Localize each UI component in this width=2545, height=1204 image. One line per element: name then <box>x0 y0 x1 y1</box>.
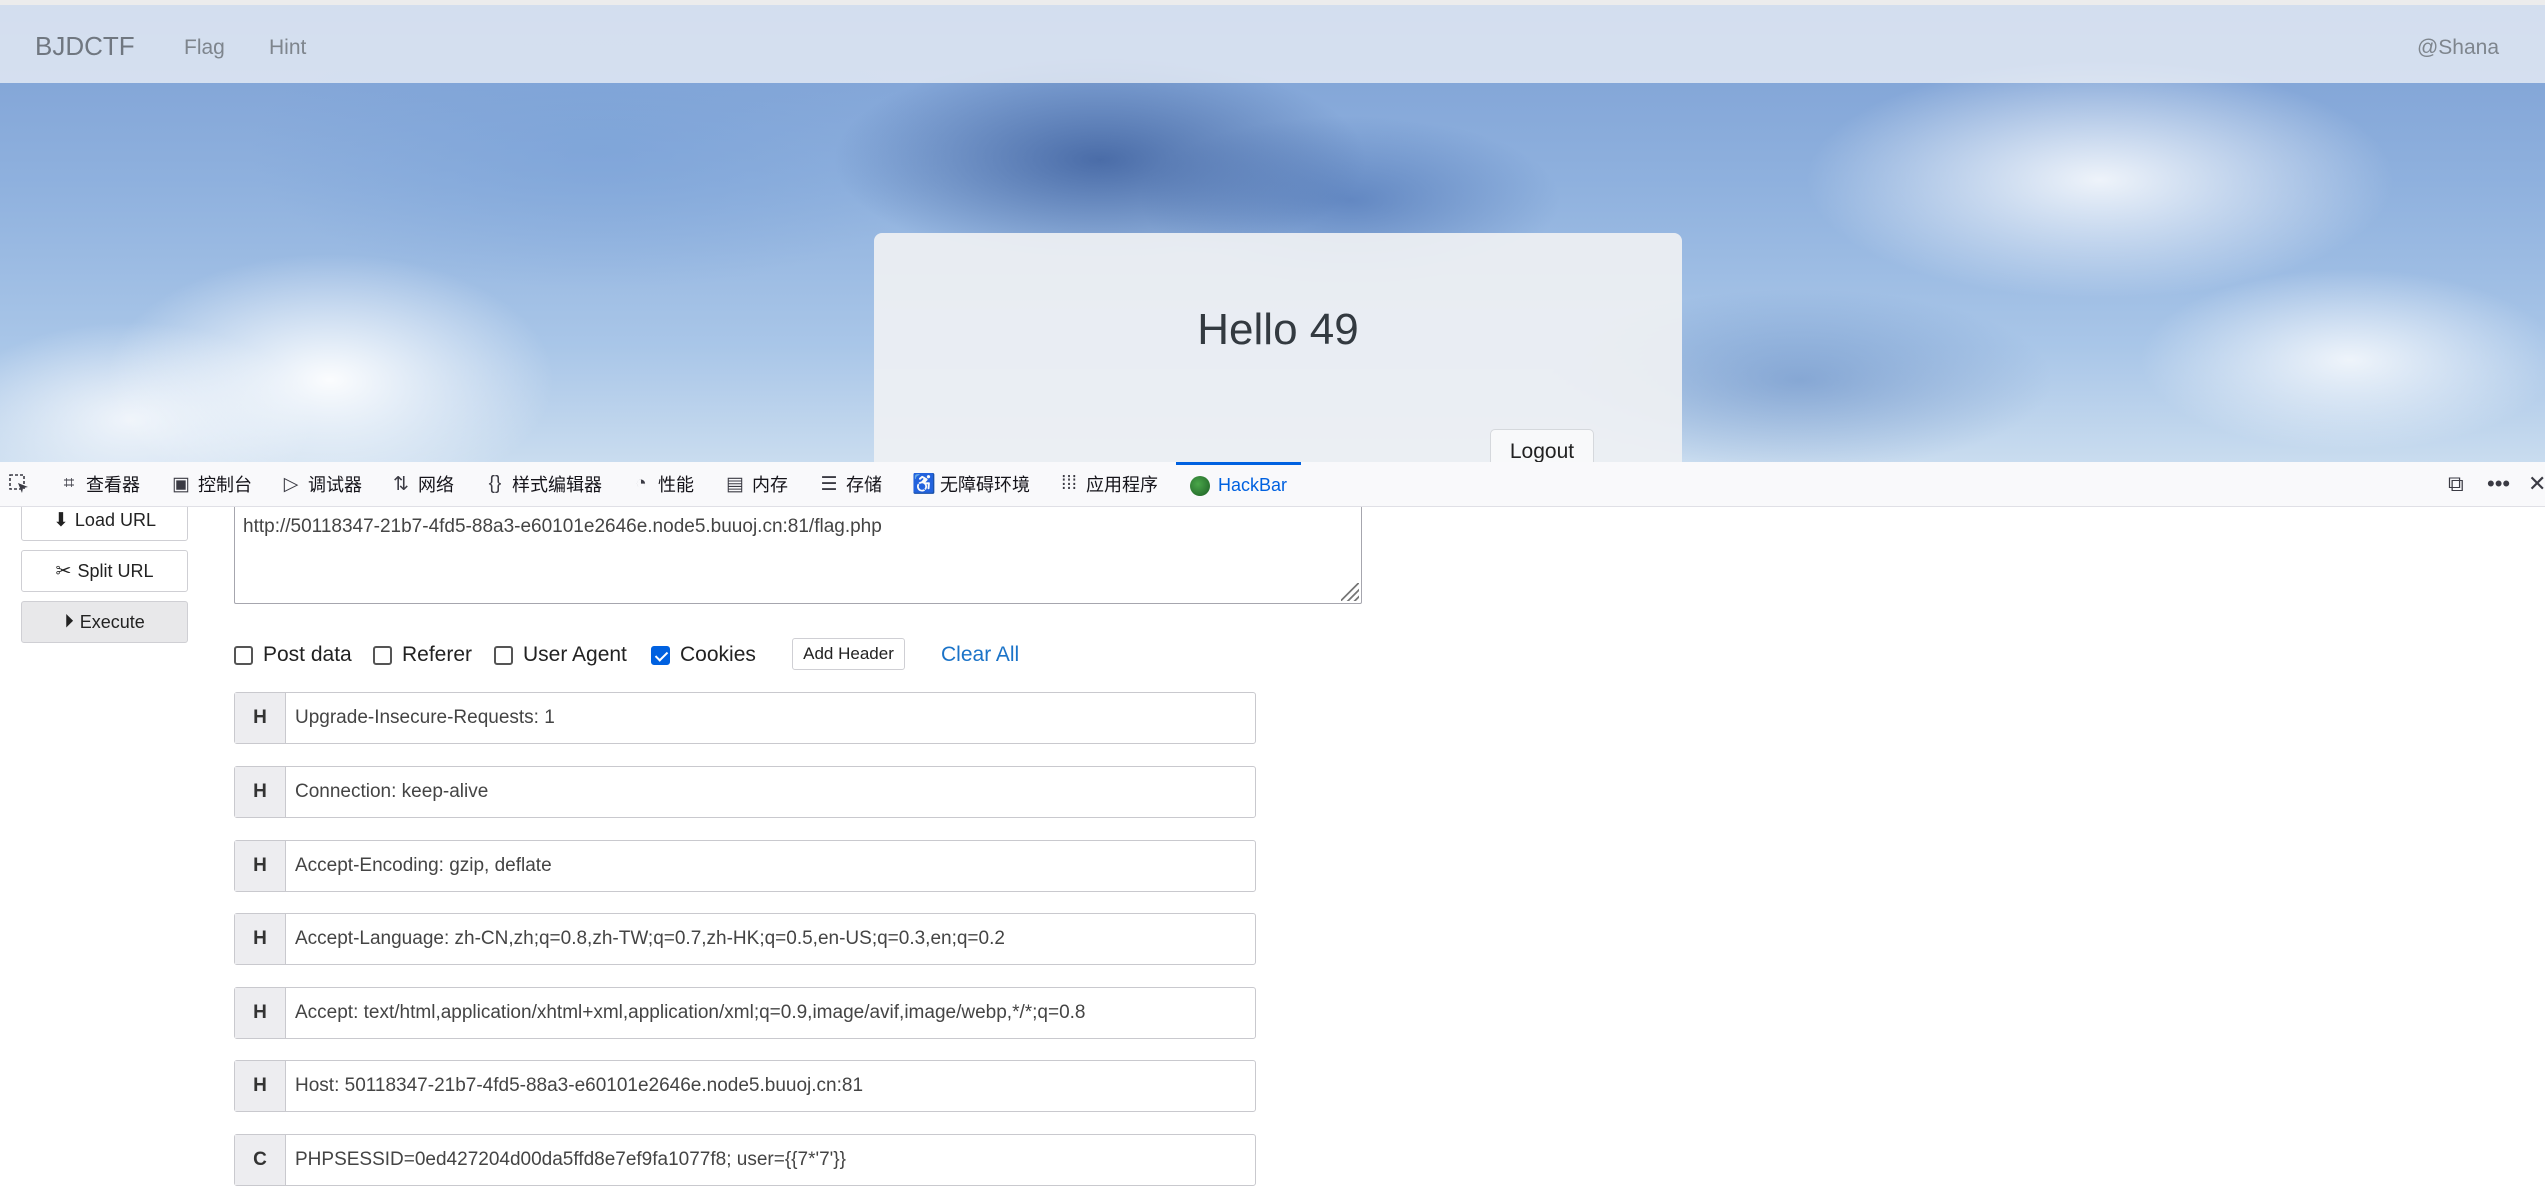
header-row: H Connection: keep-alive <box>234 766 1256 818</box>
tab-storage[interactable]: ☰ 存储 <box>818 462 882 506</box>
nav-link-hint[interactable]: Hint <box>269 36 306 60</box>
logout-button[interactable]: Logout <box>1490 429 1594 462</box>
tab-memory[interactable]: ▤ 内存 <box>724 462 788 506</box>
split-url-label: Split URL <box>77 560 154 581</box>
clear-all-link[interactable]: Clear All <box>941 643 1019 667</box>
header-input[interactable]: PHPSESSID=0ed427204d00da5ffd8e7ef9fa1077… <box>286 1135 1255 1185</box>
more-options-icon[interactable]: ••• <box>2487 462 2510 506</box>
site-brand[interactable]: BJDCTF <box>35 31 135 62</box>
welcome-card: Hello 49 Logout <box>874 233 1682 462</box>
option-referer[interactable]: Referer <box>373 641 472 669</box>
header-type-tag[interactable]: H <box>235 914 286 964</box>
storage-icon: ☰ <box>820 473 838 495</box>
tab-network[interactable]: ⇅ 网络 <box>390 462 454 506</box>
load-url-button[interactable]: ⬇ Load URL <box>21 507 188 541</box>
responsive-design-icon[interactable]: ⧉ <box>2448 462 2464 506</box>
option-post-data[interactable]: Post data <box>234 641 352 669</box>
header-type-tag[interactable]: H <box>235 988 286 1038</box>
tab-label: 应用程序 <box>1086 475 1158 495</box>
add-header-button[interactable]: Add Header <box>792 638 905 670</box>
url-text: http://50118347-21b7-4fd5-88a3-e60101e26… <box>243 516 882 537</box>
user-agent-checkbox[interactable] <box>494 645 513 665</box>
header-row: H Accept: text/html,application/xhtml+xm… <box>234 987 1256 1039</box>
tab-label: 控制台 <box>198 475 252 495</box>
post-data-checkbox[interactable] <box>234 645 253 665</box>
site-navbar: BJDCTF Flag Hint @Shana <box>0 0 2545 83</box>
hackbar-icon <box>1190 475 1210 496</box>
website-viewport: BJDCTF Flag Hint @Shana Hello 49 Logout <box>0 0 2545 462</box>
cloud-download-icon: ⬇ <box>53 509 69 531</box>
header-type-tag[interactable]: H <box>235 1061 286 1111</box>
tab-label: 样式编辑器 <box>512 475 602 495</box>
tab-application[interactable]: ⁞⁞⁞ 应用程序 <box>1058 462 1158 506</box>
inspector-icon: ⌗ <box>63 473 75 494</box>
debugger-icon: ▷ <box>283 473 299 495</box>
tab-inspector[interactable]: ⌗ 查看器 <box>58 462 140 506</box>
scissors-icon: ✂ <box>55 560 72 582</box>
header-row: C PHPSESSID=0ed427204d00da5ffd8e7ef9fa10… <box>234 1134 1256 1186</box>
tab-label: 存储 <box>846 475 882 495</box>
header-input[interactable]: Connection: keep-alive <box>286 767 1255 817</box>
application-icon: ⁞⁞⁞ <box>1061 473 1077 494</box>
header-type-tag[interactable]: H <box>235 841 286 891</box>
split-url-button[interactable]: ✂ Split URL <box>21 550 188 592</box>
tab-label: 无障碍环境 <box>940 475 1030 495</box>
tab-label: 查看器 <box>86 475 140 495</box>
option-cookies[interactable]: Cookies <box>651 641 756 669</box>
devtools-toolbar: ⌗ 查看器 ▣ 控制台 ▷ 调试器 ⇅ 网络 {} 样式编辑器 ◔ 性能 ▤ 内… <box>0 462 2545 507</box>
header-type-tag[interactable]: H <box>235 693 286 743</box>
header-input[interactable]: Host: 50118347-21b7-4fd5-88a3-e60101e264… <box>286 1061 1255 1111</box>
console-icon: ▣ <box>172 473 190 495</box>
tab-label: 调试器 <box>308 475 362 495</box>
header-input[interactable]: Accept-Language: zh-CN,zh;q=0.8,zh-TW;q=… <box>286 914 1255 964</box>
referer-checkbox[interactable] <box>373 645 392 665</box>
execute-label: Execute <box>79 611 145 632</box>
option-label: Cookies <box>680 643 756 666</box>
header-row: H Accept-Language: zh-CN,zh;q=0.8,zh-TW;… <box>234 913 1256 965</box>
resize-grip-icon[interactable] <box>1341 583 1359 601</box>
play-circle-icon: ⏵ <box>64 611 74 632</box>
tab-console[interactable]: ▣ 控制台 <box>170 462 252 506</box>
option-label: User Agent <box>523 643 627 666</box>
tab-label: 内存 <box>752 475 788 495</box>
close-icon[interactable]: ✕ <box>2528 462 2545 506</box>
accessibility-icon: ♿ <box>912 474 936 495</box>
load-url-label: Load URL <box>74 509 156 530</box>
option-user-agent[interactable]: User Agent <box>494 641 627 669</box>
tab-debugger[interactable]: ▷ 调试器 <box>280 462 362 506</box>
execute-button[interactable]: ⏵ Execute <box>21 601 188 643</box>
memory-icon: ▤ <box>726 473 744 495</box>
header-type-tag[interactable]: C <box>235 1135 286 1185</box>
header-row: H Upgrade-Insecure-Requests: 1 <box>234 692 1256 744</box>
card-title: Hello 49 <box>1197 305 1359 354</box>
tab-label: 性能 <box>658 475 694 495</box>
nav-user[interactable]: @Shana <box>2417 36 2499 60</box>
header-input[interactable]: Accept: text/html,application/xhtml+xml,… <box>286 988 1255 1038</box>
header-type-tag[interactable]: H <box>235 767 286 817</box>
style-editor-icon: {} <box>488 473 502 494</box>
header-input[interactable]: Upgrade-Insecure-Requests: 1 <box>286 693 1255 743</box>
url-textarea[interactable]: http://50118347-21b7-4fd5-88a3-e60101e26… <box>234 507 1362 604</box>
tab-style-editor[interactable]: {} 样式编辑器 <box>484 462 602 506</box>
network-icon: ⇅ <box>393 473 409 495</box>
performance-icon: ◔ <box>635 473 647 494</box>
header-input[interactable]: Accept-Encoding: gzip, deflate <box>286 841 1255 891</box>
header-row: H Host: 50118347-21b7-4fd5-88a3-e60101e2… <box>234 1060 1256 1112</box>
option-label: Post data <box>263 643 352 666</box>
tab-label: HackBar <box>1218 475 1288 495</box>
element-picker-icon[interactable] <box>8 462 30 506</box>
nav-link-flag[interactable]: Flag <box>184 36 225 60</box>
tab-label: 网络 <box>418 475 454 495</box>
tab-hackbar[interactable]: HackBar <box>1176 462 1302 506</box>
option-label: Referer <box>402 643 473 666</box>
hackbar-panel: ⬇ Load URL ✂ Split URL ⏵ Execute http://… <box>0 507 2545 1204</box>
tab-accessibility[interactable]: ♿ 无障碍环境 <box>912 462 1030 506</box>
tab-performance[interactable]: ◔ 性能 <box>630 462 694 506</box>
header-row: H Accept-Encoding: gzip, deflate <box>234 840 1256 892</box>
cookies-checkbox[interactable] <box>651 645 670 665</box>
